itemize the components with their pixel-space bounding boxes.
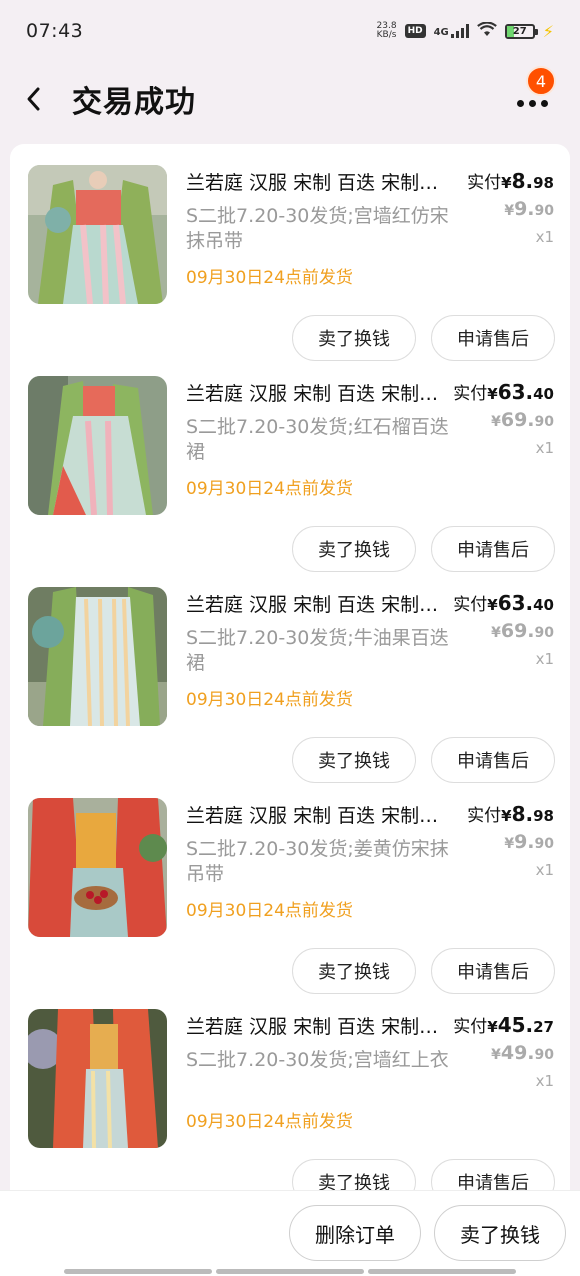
network-speed-unit: KB/s [376, 30, 397, 40]
delete-order-button[interactable]: 删除订单 [289, 1205, 421, 1261]
order-item[interactable]: 兰若庭 汉服 宋制 百迭 宋制百迭裙 S二批7.20-30发货;牛油果百迭裙 0… [10, 566, 570, 783]
network-speed: 23.8 KB/s [377, 22, 397, 40]
header: 交易成功 [0, 62, 580, 136]
paid-price: 实付¥63.40 [453, 380, 554, 404]
product-title: 兰若庭 汉服 宋制 百迭 宋制百迭裙 [186, 1016, 456, 1038]
product-sku: S二批7.20-30发货;宫墙红仿宋抹吊带 [186, 205, 449, 252]
price-block: 实付¥63.40 ¥69.90 x1 [453, 590, 554, 668]
price-block: 实付¥8.98 ¥9.90 x1 [467, 168, 554, 246]
product-title: 兰若庭 汉服 宋制 百迭 宋制百迭裙 [186, 172, 456, 194]
shipping-deadline: 09月30日24点前发货 [186, 479, 353, 499]
product-title: 兰若庭 汉服 宋制 百迭 宋制百迭裙 [186, 383, 456, 405]
order-item-list: 兰若庭 汉服 宋制 百迭 宋制百迭裙 S二批7.20-30发货;宫墙红仿宋抹吊带… [10, 144, 570, 1190]
product-image[interactable] [28, 587, 167, 726]
home-indicator[interactable] [64, 1269, 516, 1274]
bottom-action-bar: 删除订单 卖了换钱 [0, 1190, 580, 1276]
status-time: 07:43 [26, 20, 84, 42]
wifi-icon [476, 20, 497, 41]
original-price: ¥9.90 [504, 831, 554, 853]
product-sku: S二批7.20-30发货;红石榴百迭裙 [186, 416, 449, 463]
paid-price: 实付¥45.27 [453, 1013, 554, 1037]
status-bar: 07:43 23.8 KB/s HD 4G 27 ⚡ [0, 0, 580, 62]
status-icons: 23.8 KB/s HD 4G 27 ⚡ [377, 20, 554, 41]
chevron-left-icon [27, 87, 40, 111]
product-image[interactable] [28, 165, 167, 304]
cellular-signal-icon: 4G [434, 24, 469, 38]
after-sales-button[interactable]: 申请售后 [431, 1159, 555, 1190]
more-icon [516, 99, 548, 107]
original-price: ¥49.90 [491, 1042, 554, 1064]
battery-level: 27 [512, 25, 527, 37]
quantity: x1 [535, 650, 554, 668]
network-type: 4G [433, 27, 449, 38]
price-block: 实付¥63.40 ¥69.90 x1 [453, 379, 554, 457]
page-title: 交易成功 [72, 85, 196, 120]
price-block: 实付¥8.98 ¥9.90 x1 [467, 801, 554, 879]
resell-order-button[interactable]: 卖了换钱 [434, 1205, 566, 1261]
price-block: 实付¥45.27 ¥49.90 x1 [453, 1012, 554, 1090]
paid-price: 实付¥63.40 [453, 591, 554, 615]
quantity: x1 [535, 228, 554, 246]
product-image[interactable] [28, 1009, 167, 1148]
shipping-deadline: 09月30日24点前发货 [186, 268, 353, 288]
order-item[interactable]: 兰若庭 汉服 宋制 百迭 宋制百迭裙 S二批7.20-30发货;姜黄仿宋抹吊带 … [10, 777, 570, 994]
quantity: x1 [535, 439, 554, 457]
product-image[interactable] [28, 376, 167, 515]
order-item[interactable]: 兰若庭 汉服 宋制 百迭 宋制百迭裙 S二批7.20-30发货;宫墙红仿宋抹吊带… [10, 144, 570, 361]
product-title: 兰若庭 汉服 宋制 百迭 宋制百迭裙 [186, 805, 456, 827]
product-image[interactable] [28, 798, 167, 937]
original-price: ¥69.90 [491, 620, 554, 642]
original-price: ¥69.90 [491, 409, 554, 431]
product-sku: S二批7.20-30发货;宫墙红上衣 [186, 1049, 449, 1071]
order-item[interactable]: 兰若庭 汉服 宋制 百迭 宋制百迭裙 S二批7.20-30发货;宫墙红上衣 09… [10, 988, 570, 1190]
product-sku: S二批7.20-30发货;牛油果百迭裙 [186, 627, 449, 674]
charging-icon: ⚡ [542, 21, 554, 41]
order-item[interactable]: 兰若庭 汉服 宋制 百迭 宋制百迭裙 S二批7.20-30发货;红石榴百迭裙 0… [10, 355, 570, 572]
resell-button[interactable]: 卖了换钱 [292, 1159, 416, 1190]
paid-price: 实付¥8.98 [467, 802, 554, 826]
quantity: x1 [535, 1072, 554, 1090]
hd-icon: HD [404, 24, 426, 38]
quantity: x1 [535, 861, 554, 879]
shipping-deadline: 09月30日24点前发货 [186, 690, 353, 710]
original-price: ¥9.90 [504, 198, 554, 220]
battery-icon: 27 [504, 23, 538, 39]
notification-badge: 4 [526, 66, 556, 96]
back-button[interactable] [6, 69, 62, 129]
product-title: 兰若庭 汉服 宋制 百迭 宋制百迭裙 [186, 594, 456, 616]
shipping-deadline: 09月30日24点前发货 [186, 901, 353, 921]
paid-price: 实付¥8.98 [467, 169, 554, 193]
product-sku: S二批7.20-30发货;姜黄仿宋抹吊带 [186, 838, 449, 885]
shipping-deadline: 09月30日24点前发货 [186, 1112, 353, 1132]
